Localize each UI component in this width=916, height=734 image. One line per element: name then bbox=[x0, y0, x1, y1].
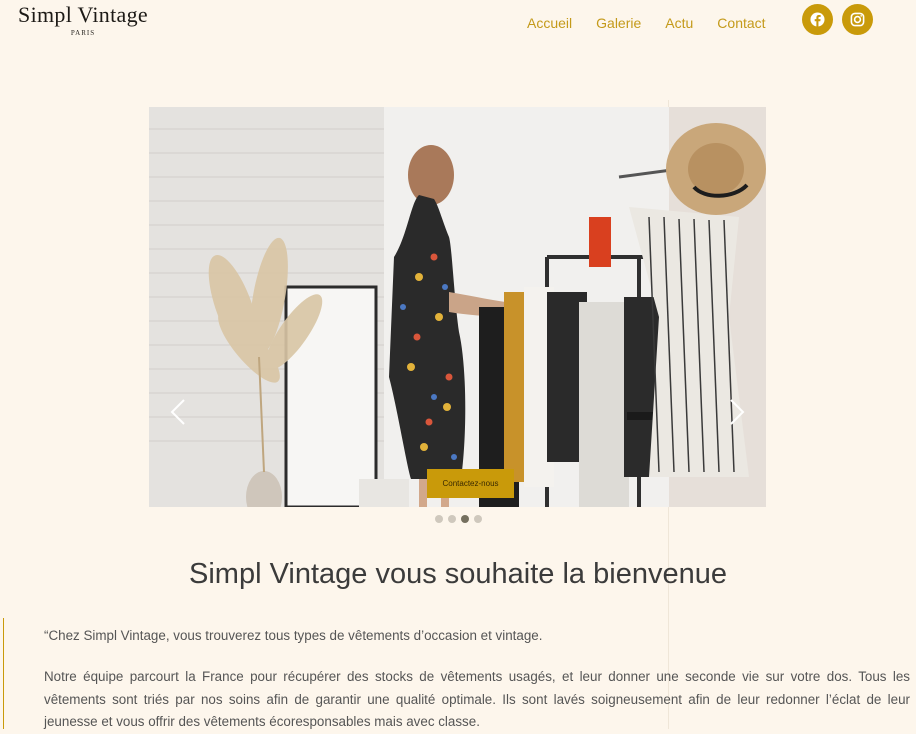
welcome-heading: Simpl Vintage vous souhaite la bienvenue bbox=[189, 558, 727, 590]
logo-subtitle: PARIS bbox=[70, 29, 96, 37]
slider-dot-2[interactable] bbox=[448, 515, 456, 523]
main-nav: Accueil Galerie Actu Contact bbox=[527, 14, 790, 32]
slider-dot-4[interactable] bbox=[474, 515, 482, 523]
intro-quote: “Chez Simpl Vintage, vous trouverez tous… bbox=[44, 628, 543, 643]
nav-link-actu[interactable]: Actu bbox=[665, 14, 693, 32]
intro-paragraph: Notre équipe parcourt la France pour réc… bbox=[44, 669, 910, 729]
hero-slider[interactable] bbox=[149, 107, 766, 507]
hero-image bbox=[149, 107, 766, 507]
nav-link-galerie[interactable]: Galerie bbox=[596, 14, 641, 32]
slider-dots bbox=[435, 515, 482, 523]
slider-next-arrow[interactable] bbox=[727, 397, 747, 427]
facebook-icon bbox=[810, 12, 825, 27]
slider-dot-1[interactable] bbox=[435, 515, 443, 523]
slider-prev-arrow[interactable] bbox=[168, 397, 188, 427]
facebook-button[interactable] bbox=[802, 4, 833, 35]
logo[interactable]: Simpl Vintage PARIS bbox=[7, 2, 159, 37]
instagram-icon bbox=[850, 12, 865, 27]
slider-dot-3[interactable] bbox=[461, 515, 469, 523]
site-header: Simpl Vintage PARIS Accueil Galerie Actu… bbox=[0, 0, 916, 48]
logo-name: Simpl Vintage bbox=[18, 2, 148, 27]
quote-bar bbox=[3, 618, 4, 729]
nav-link-contact[interactable]: Contact bbox=[717, 14, 765, 32]
instagram-button[interactable] bbox=[842, 4, 873, 35]
nav-link-accueil[interactable]: Accueil bbox=[527, 14, 572, 32]
contact-cta-button[interactable]: Contactez-nous bbox=[427, 469, 514, 498]
